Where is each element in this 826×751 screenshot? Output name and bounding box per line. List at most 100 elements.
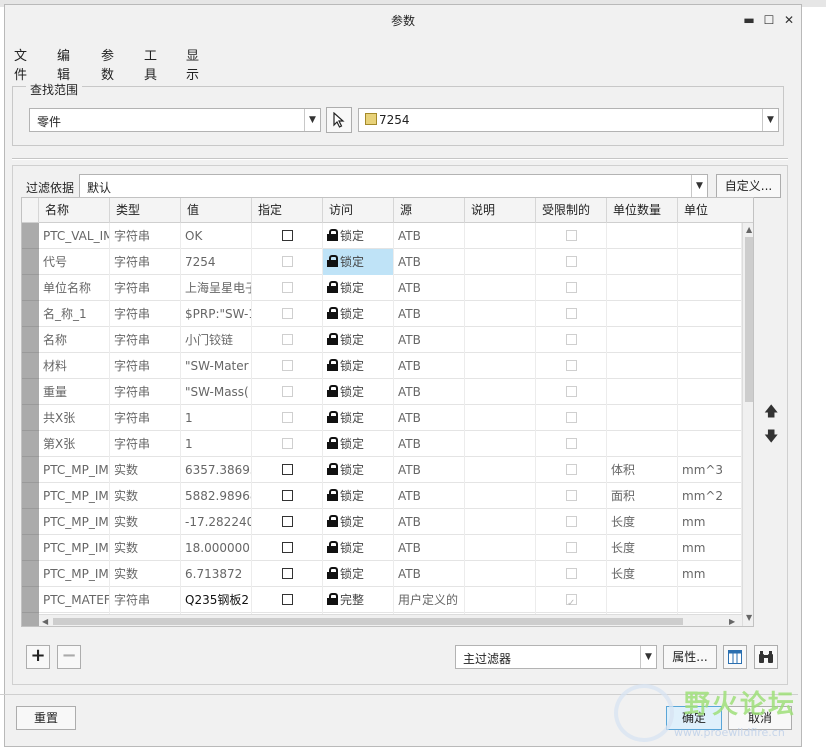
- cell-name[interactable]: 代号: [39, 249, 110, 275]
- cell-restricted[interactable]: [536, 457, 607, 483]
- cell-name[interactable]: PTC_MP_IM: [39, 509, 110, 535]
- table-row[interactable]: 名_称_1 字符串 $PRP:"SW-1 锁定 ATB: [22, 301, 742, 327]
- table-row[interactable]: PTC_MP_IM 实数 18.000000 锁定 ATB 长度 mm: [22, 535, 742, 561]
- cell-designate[interactable]: [252, 457, 323, 483]
- table-row[interactable]: 共X张 字符串 1 锁定 ATB: [22, 405, 742, 431]
- cell-source[interactable]: ATB: [394, 405, 465, 431]
- cell-type[interactable]: 字符串: [110, 405, 181, 431]
- ok-button[interactable]: 确定: [666, 706, 722, 730]
- column-header-name[interactable]: 名称: [39, 198, 110, 223]
- cell-designate[interactable]: [252, 249, 323, 275]
- cell-type[interactable]: 字符串: [110, 275, 181, 301]
- cancel-button[interactable]: 取消: [728, 706, 792, 730]
- row-selector[interactable]: [22, 561, 39, 587]
- cell-type[interactable]: 字符串: [110, 223, 181, 249]
- find-button[interactable]: [754, 645, 778, 669]
- designate-checkbox[interactable]: [282, 438, 293, 449]
- cell-value[interactable]: 小门铰链: [181, 327, 252, 353]
- main-filter-select[interactable]: 主过滤器 ▼: [455, 645, 657, 669]
- move-up-arrow-icon[interactable]: 🡅: [764, 401, 778, 425]
- cell-access[interactable]: 锁定: [323, 483, 394, 509]
- cell-value[interactable]: "SW-Mass(: [181, 379, 252, 405]
- cell-unit[interactable]: mm: [678, 535, 742, 561]
- cell-name[interactable]: PTC_MP_IM: [39, 483, 110, 509]
- cell-description[interactable]: [465, 275, 536, 301]
- cell-unit-qty[interactable]: 体积: [607, 457, 678, 483]
- cell-access[interactable]: 锁定: [323, 249, 394, 275]
- menu-file[interactable]: 文件: [14, 45, 27, 83]
- cell-name[interactable]: PTC_MP_IM: [39, 457, 110, 483]
- cell-description[interactable]: [465, 301, 536, 327]
- cell-value[interactable]: 1: [181, 405, 252, 431]
- cell-unit-qty[interactable]: [607, 301, 678, 327]
- row-selector[interactable]: [22, 223, 39, 249]
- cell-unit-qty[interactable]: 长度: [607, 509, 678, 535]
- cell-value[interactable]: 上海呈星电子: [181, 275, 252, 301]
- cell-restricted[interactable]: [536, 405, 607, 431]
- row-selector[interactable]: [22, 301, 39, 327]
- cell-type[interactable]: 字符串: [110, 353, 181, 379]
- designate-checkbox[interactable]: [282, 516, 293, 527]
- cell-name[interactable]: 单位名称: [39, 275, 110, 301]
- row-selector[interactable]: [22, 249, 39, 275]
- cell-restricted[interactable]: [536, 509, 607, 535]
- cell-description[interactable]: [465, 457, 536, 483]
- cell-type[interactable]: 实数: [110, 457, 181, 483]
- table-view-button[interactable]: [723, 645, 747, 669]
- cell-unit-qty[interactable]: 面积: [607, 483, 678, 509]
- cell-designate[interactable]: [252, 405, 323, 431]
- row-selector[interactable]: [22, 275, 39, 301]
- cell-description[interactable]: [465, 483, 536, 509]
- cell-value[interactable]: 6.713872: [181, 561, 252, 587]
- cell-source[interactable]: ATB: [394, 223, 465, 249]
- menu-display[interactable]: 显示: [186, 45, 199, 83]
- scope-model-select[interactable]: 7254 ▼: [358, 108, 779, 132]
- row-selector[interactable]: [22, 457, 39, 483]
- cell-source[interactable]: ATB: [394, 249, 465, 275]
- cell-source[interactable]: ATB: [394, 379, 465, 405]
- cell-restricted[interactable]: [536, 561, 607, 587]
- cell-unit-qty[interactable]: [607, 223, 678, 249]
- cell-designate[interactable]: [252, 353, 323, 379]
- cell-source[interactable]: ATB: [394, 353, 465, 379]
- cell-type[interactable]: 字符串: [110, 431, 181, 457]
- cell-value[interactable]: 18.000000: [181, 535, 252, 561]
- cell-name[interactable]: PTC_MP_IM: [39, 561, 110, 587]
- cell-value[interactable]: "SW-Mater: [181, 353, 252, 379]
- customize-button[interactable]: 自定义...: [716, 174, 781, 198]
- cell-source[interactable]: ATB: [394, 301, 465, 327]
- cell-value[interactable]: 5882.98968: [181, 483, 252, 509]
- cell-designate[interactable]: [252, 561, 323, 587]
- column-header-access[interactable]: 访问: [323, 198, 394, 223]
- cell-unit[interactable]: mm: [678, 561, 742, 587]
- cell-unit[interactable]: [678, 431, 742, 457]
- table-row[interactable]: PTC_VAL_IM 字符串 OK 锁定 ATB: [22, 223, 742, 249]
- table-row[interactable]: PTC_MATEF 字符串 Q235钢板2 完整 用户定义的: [22, 587, 742, 613]
- row-selector[interactable]: [22, 613, 39, 626]
- cell-name[interactable]: 共X张: [39, 405, 110, 431]
- cell-designate[interactable]: [252, 431, 323, 457]
- designate-checkbox[interactable]: [282, 230, 293, 241]
- move-down-arrow-icon[interactable]: 🡇: [764, 426, 778, 450]
- cell-access[interactable]: 锁定: [323, 405, 394, 431]
- menu-edit[interactable]: 编辑: [57, 45, 70, 83]
- cell-type[interactable]: 字符串: [110, 327, 181, 353]
- cell-access[interactable]: 完整: [323, 587, 394, 613]
- cell-access[interactable]: 锁定: [323, 535, 394, 561]
- column-header-source[interactable]: 源: [394, 198, 465, 223]
- cell-unit-qty[interactable]: [607, 327, 678, 353]
- cell-restricted[interactable]: [536, 301, 607, 327]
- cell-description[interactable]: [465, 509, 536, 535]
- filter-select[interactable]: 默认 ▼: [79, 174, 708, 198]
- cell-source[interactable]: ATB: [394, 535, 465, 561]
- table-row[interactable]: 单位名称 字符串 上海呈星电子 锁定 ATB: [22, 275, 742, 301]
- cell-name[interactable]: 名_称_1: [39, 301, 110, 327]
- cell-unit-qty[interactable]: [607, 587, 678, 613]
- cell-name[interactable]: 名称: [39, 327, 110, 353]
- cell-source[interactable]: ATB: [394, 509, 465, 535]
- designate-checkbox[interactable]: [282, 308, 293, 319]
- table-row[interactable]: 代号 字符串 7254 锁定 ATB: [22, 249, 742, 275]
- designate-checkbox[interactable]: [282, 412, 293, 423]
- cell-access[interactable]: 锁定: [323, 223, 394, 249]
- remove-parameter-button[interactable]: −: [57, 645, 81, 669]
